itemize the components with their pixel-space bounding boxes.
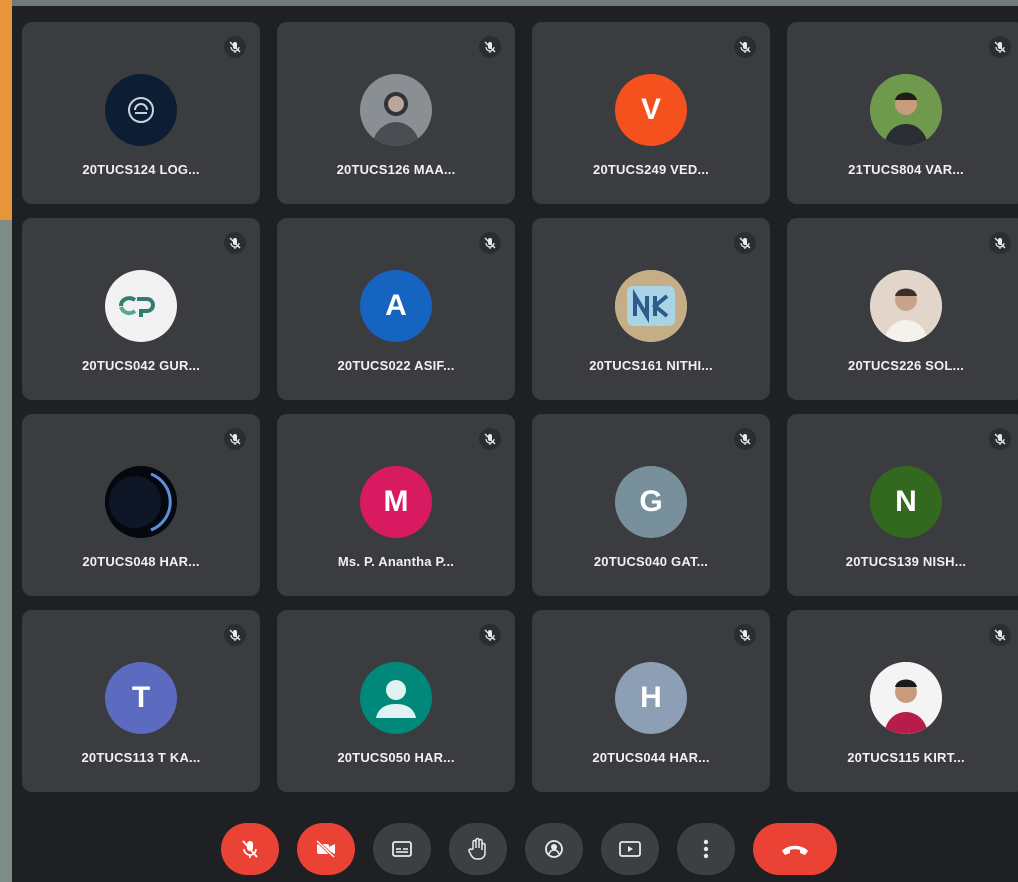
participant-tile[interactable]: 20TUCS161 NITHI...: [532, 218, 770, 400]
participant-tile[interactable]: 20TUCS042 GUR...: [22, 218, 260, 400]
hang-up-icon: [782, 845, 808, 855]
background-accent: [0, 0, 12, 220]
more-vert-icon: [703, 839, 709, 859]
participant-name: 20TUCS226 SOL...: [848, 358, 964, 373]
dark-planet-icon: [105, 466, 177, 538]
letter-avatar: T: [105, 662, 177, 734]
muted-mic-icon: [734, 428, 756, 450]
camera-off-icon: [315, 839, 336, 859]
muted-mic-icon: [734, 232, 756, 254]
letter-avatar: H: [615, 662, 687, 734]
present-icon: [619, 841, 641, 857]
muted-mic-icon: [989, 624, 1011, 646]
muted-mic-icon: [479, 232, 501, 254]
raise-hand-button[interactable]: [449, 823, 507, 875]
participant-name: 20TUCS050 HAR...: [337, 750, 455, 765]
participant-name: 20TUCS249 VED...: [593, 162, 709, 177]
person-photo-icon: [870, 270, 942, 342]
participant-tile[interactable]: 20TUCS124 LOG...: [22, 22, 260, 204]
participant-name: 21TUCS804 VAR...: [848, 162, 964, 177]
captions-icon: [392, 841, 412, 857]
hand-icon: [468, 837, 486, 860]
nk-logo-icon: [615, 270, 687, 342]
muted-mic-icon: [989, 36, 1011, 58]
more-options-button[interactable]: [677, 823, 735, 875]
muted-mic-icon: [989, 428, 1011, 450]
letter-avatar: M: [360, 466, 432, 538]
participant-tile[interactable]: M Ms. P. Anantha P...: [277, 414, 515, 596]
muted-mic-icon: [989, 232, 1011, 254]
participant-name: 20TUCS044 HAR...: [592, 750, 710, 765]
muted-mic-icon: [224, 624, 246, 646]
muted-mic-icon: [734, 624, 756, 646]
participant-tile[interactable]: V 20TUCS249 VED...: [532, 22, 770, 204]
end-call-button[interactable]: [753, 823, 837, 875]
call-controls-bar: [12, 816, 1018, 882]
mic-off-icon: [242, 840, 258, 858]
participant-name: 20TUCS048 HAR...: [82, 554, 200, 569]
letter-avatar: V: [615, 74, 687, 146]
effects-button[interactable]: [525, 823, 583, 875]
participant-name: 20TUCS161 NITHI...: [589, 358, 713, 373]
background-edge: [0, 220, 12, 882]
participant-grid: 20TUCS124 LOG... 20TUCS126 MAA... V 20TU…: [22, 22, 1018, 812]
letter-avatar: G: [615, 466, 687, 538]
participant-tile[interactable]: 20TUCS050 HAR...: [277, 610, 515, 792]
person-photo-icon: [870, 74, 942, 146]
letter-avatar: A: [360, 270, 432, 342]
participant-tile[interactable]: 20TUCS126 MAA...: [277, 22, 515, 204]
participant-tile[interactable]: T 20TUCS113 T KA...: [22, 610, 260, 792]
logo-icon: [105, 74, 177, 146]
participant-name: 20TUCS124 LOG...: [82, 162, 200, 177]
present-screen-button[interactable]: [601, 823, 659, 875]
muted-mic-icon: [734, 36, 756, 58]
muted-mic-icon: [224, 232, 246, 254]
participant-name: 20TUCS040 GAT...: [593, 554, 709, 569]
participant-tile[interactable]: 20TUCS226 SOL...: [787, 218, 1018, 400]
person-photo-icon: [870, 662, 942, 734]
letter-avatar: N: [870, 466, 942, 538]
participant-tile[interactable]: 20TUCS115 KIRT...: [787, 610, 1018, 792]
mic-toggle-button[interactable]: [221, 823, 279, 875]
participant-name: 20TUCS139 NISH...: [845, 554, 967, 569]
muted-mic-icon: [479, 624, 501, 646]
participant-name: 20TUCS113 T KA...: [81, 750, 201, 765]
muted-mic-icon: [224, 36, 246, 58]
logo-icon: [105, 270, 177, 342]
participant-tile[interactable]: G 20TUCS040 GAT...: [532, 414, 770, 596]
participant-tile[interactable]: 21TUCS804 VAR...: [787, 22, 1018, 204]
muted-mic-icon: [479, 428, 501, 450]
participant-tile[interactable]: N 20TUCS139 NISH...: [787, 414, 1018, 596]
participant-name: 20TUCS022 ASIF...: [337, 358, 455, 373]
participant-tile[interactable]: A 20TUCS022 ASIF...: [277, 218, 515, 400]
person-photo-icon: [360, 74, 432, 146]
participant-name: Ms. P. Anantha P...: [337, 554, 455, 569]
meeting-window: 20TUCS124 LOG... 20TUCS126 MAA... V 20TU…: [12, 6, 1018, 882]
default-person-icon: [360, 662, 432, 734]
effects-icon: [545, 840, 563, 858]
muted-mic-icon: [479, 36, 501, 58]
participant-tile[interactable]: H 20TUCS044 HAR...: [532, 610, 770, 792]
captions-button[interactable]: [373, 823, 431, 875]
participant-name: 20TUCS126 MAA...: [336, 162, 456, 177]
participant-name: 20TUCS115 KIRT...: [847, 750, 965, 765]
camera-toggle-button[interactable]: [297, 823, 355, 875]
participant-tile[interactable]: 20TUCS048 HAR...: [22, 414, 260, 596]
muted-mic-icon: [224, 428, 246, 450]
participant-name: 20TUCS042 GUR...: [81, 358, 201, 373]
